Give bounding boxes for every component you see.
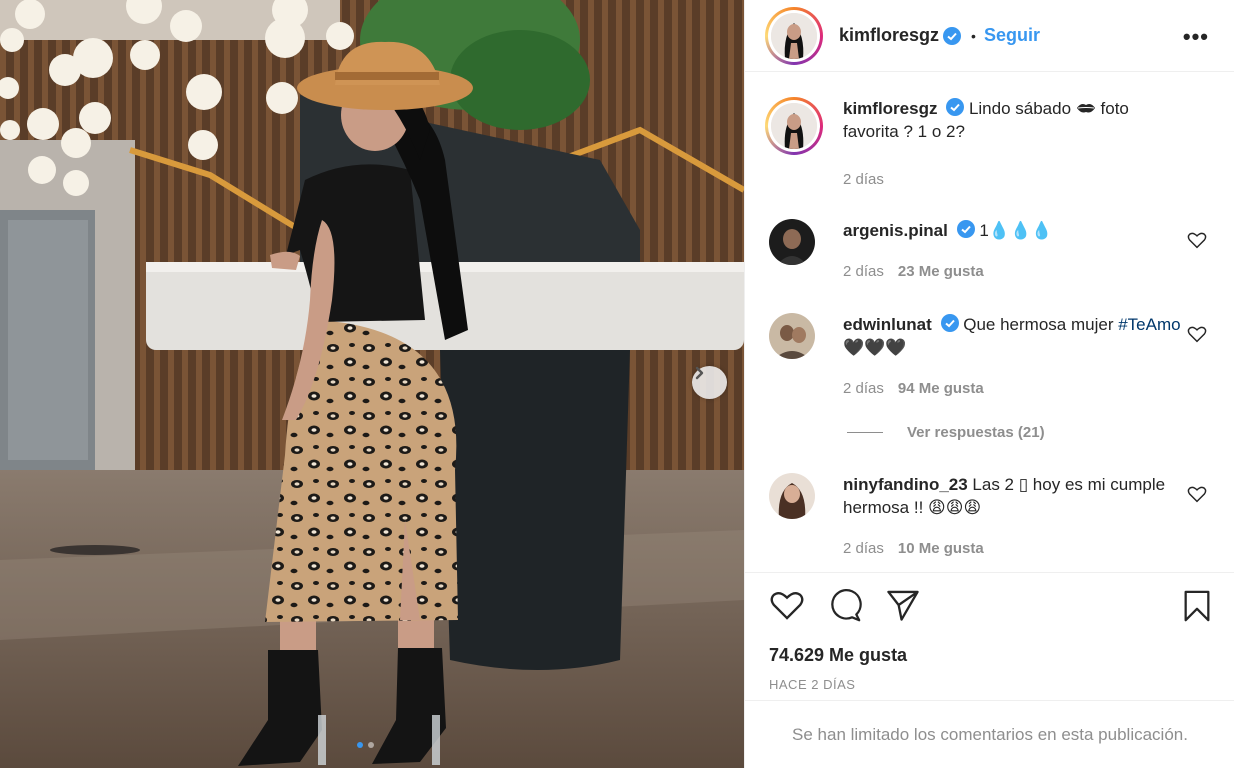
comment-bubble-icon[interactable] [827,589,863,623]
comment-hashtag-link[interactable]: #TeAmo [1118,315,1180,334]
post-actions: 74.629 Me gusta HACE 2 DÍAS [745,572,1234,700]
comment-username[interactable]: ninyfandino_23 [843,475,968,494]
comment-item: edwinlunat Que hermosa mujer #TeAmo 🖤🖤🖤 … [765,313,1215,403]
caption-item: kimfloresgz Lindo sábado foto favorita ?… [765,97,1215,197]
save-bookmark-icon[interactable] [1181,589,1213,623]
verified-badge-icon [956,220,975,238]
comment-text: argenis.pinal 1💧💧💧 [843,219,1183,242]
share-paper-plane-icon[interactable] [885,589,921,621]
comment-time[interactable]: 2 días [843,380,884,397]
separator-dot: • [971,27,976,44]
comment-like-heart-icon[interactable] [1187,325,1207,343]
comment-username[interactable]: edwinlunat [843,315,932,334]
comment-item: argenis.pinal 1💧💧💧 2 días 23 Me gusta [765,219,1215,289]
caption-text: kimfloresgz Lindo sábado foto favorita ?… [843,97,1183,143]
commenter-avatar-image [769,219,815,265]
like-heart-icon[interactable] [769,589,805,621]
comment-hearts: 🖤🖤🖤 [843,338,907,357]
comment-time[interactable]: 2 días [843,540,884,557]
comment-text: edwinlunat Que hermosa mujer #TeAmo 🖤🖤🖤 [843,313,1183,359]
comment-item: ninyfandino_23 Las 2 ▯ hoy es mi cumple … [765,473,1215,563]
more-options-button[interactable]: ••• [1183,24,1209,50]
comment-meta: 2 días 23 Me gusta [843,263,984,280]
caption-author-avatar[interactable] [765,97,823,155]
caption-time[interactable]: 2 días [843,171,884,188]
carousel-dot-2 [368,742,374,748]
comment-text: ninyfandino_23 Las 2 ▯ hoy es mi cumple … [843,473,1183,519]
comment-likes[interactable]: 94 Me gusta [898,380,984,397]
comment-meta: 2 días 94 Me gusta [843,380,984,397]
comments-limited-notice: Se han limitado los comentarios en esta … [745,700,1234,768]
author-username[interactable]: kimfloresgz [839,25,939,46]
replies-divider-line [847,432,883,433]
view-replies-button[interactable]: Ver respuestas (21) [847,424,1045,441]
caption-username[interactable]: kimfloresgz [843,99,937,118]
caption-avatar-image [771,103,817,149]
verified-badge-icon [940,314,959,332]
verified-badge-icon [943,26,962,45]
commenter-avatar[interactable] [769,313,815,359]
comment-likes[interactable]: 10 Me gusta [898,540,984,557]
comment-body: Que hermosa mujer [963,315,1114,334]
post-side-panel: kimfloresgz • Seguir ••• kimfloresgz Lin… [744,0,1234,768]
comment-meta: 2 días 10 Me gusta [843,540,984,557]
caption-body-1: Lindo sábado [968,99,1072,118]
commenter-avatar[interactable] [769,473,815,519]
commenter-avatar[interactable] [769,219,815,265]
post-photo[interactable] [0,0,744,768]
follow-button[interactable]: Seguir [984,25,1040,46]
comment-like-heart-icon[interactable] [1187,231,1207,249]
comment-like-heart-icon[interactable] [1187,485,1207,503]
comment-username[interactable]: argenis.pinal [843,221,948,240]
action-icon-row [769,589,1215,625]
comment-likes[interactable]: 23 Me gusta [898,263,984,280]
kiss-lips-icon [1076,104,1095,113]
caption-meta: 2 días [843,171,884,188]
carousel-next-button[interactable] [692,366,727,399]
comment-time[interactable]: 2 días [843,263,884,280]
chevron-right-icon [695,366,704,380]
comments-list: kimfloresgz Lindo sábado foto favorita ?… [745,73,1234,571]
post-header: kimfloresgz • Seguir ••• [745,0,1234,72]
commenter-avatar-image [769,473,815,519]
post-timestamp[interactable]: HACE 2 DÍAS [769,677,855,692]
instagram-post-view: kimfloresgz • Seguir ••• kimfloresgz Lin… [0,0,1234,768]
carousel-dot-1 [357,742,363,748]
view-replies-label: Ver respuestas (21) [907,424,1045,441]
comment-body: 1💧💧💧 [979,221,1053,240]
author-avatar[interactable] [765,6,823,65]
photo-illustration [0,0,744,768]
commenter-avatar-image [769,313,815,359]
verified-badge-icon [946,98,965,116]
likes-count[interactable]: 74.629 Me gusta [769,645,907,666]
carousel-indicator [357,742,374,748]
author-avatar-image [771,12,817,59]
